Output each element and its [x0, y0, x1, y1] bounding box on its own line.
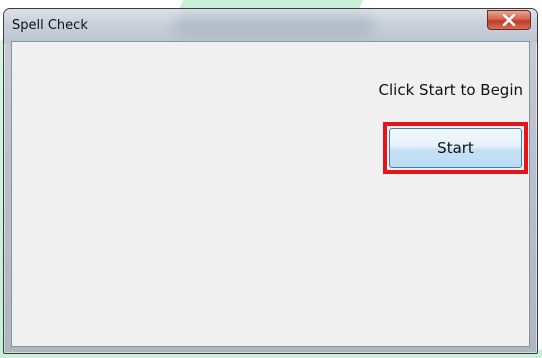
- screenshot-stage: Spell Check Click Start to Begin Start: [0, 0, 542, 358]
- close-button[interactable]: [487, 10, 531, 30]
- title-bar[interactable]: Spell Check: [4, 9, 537, 43]
- dialog-client-area: Click Start to Begin Start: [11, 41, 530, 347]
- start-button[interactable]: Start: [389, 128, 522, 168]
- spell-check-window: Spell Check Click Start to Begin Start: [3, 8, 538, 354]
- close-icon: [502, 14, 516, 26]
- instruction-label: Click Start to Begin: [378, 81, 523, 99]
- title-bar-glass: [174, 15, 374, 37]
- window-title: Spell Check: [12, 18, 88, 33]
